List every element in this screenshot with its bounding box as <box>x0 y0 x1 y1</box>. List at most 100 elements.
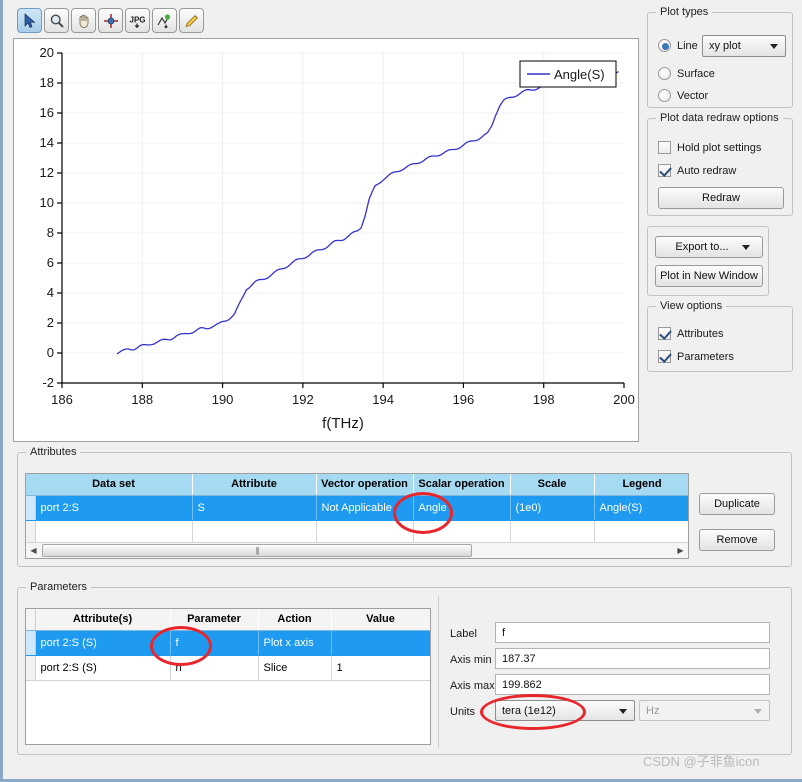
axis-min-field[interactable]: 187.37 <box>495 648 770 669</box>
view-attributes-box[interactable] <box>658 327 671 340</box>
export-to-button[interactable]: Export to... <box>655 236 763 258</box>
plot-types-group: Plot types Line xy plot Surface Vector <box>647 6 793 108</box>
attributes-hscrollbar[interactable]: ◀ ||| ▶ <box>26 542 688 558</box>
table-row[interactable]: port 2:S S Not Applicable Angle (1e0) An… <box>26 495 688 521</box>
units-prefix-dropdown[interactable]: tera (1e12) <box>495 700 635 721</box>
duplicate-button[interactable]: Duplicate <box>699 493 775 515</box>
radio-surface-indicator[interactable] <box>658 67 671 80</box>
cell-data-set[interactable]: port 2:S <box>35 495 193 521</box>
cell-attributes[interactable]: port 2:S (S) <box>35 630 171 656</box>
col-scale[interactable]: Scale <box>510 474 595 496</box>
axis-min-value: 187.37 <box>502 652 536 665</box>
radio-surface-label: Surface <box>677 67 715 80</box>
scroll-left-icon[interactable]: ◀ <box>26 543 41 558</box>
axis-max-caption: Axis max <box>450 680 495 692</box>
auto-redraw-box[interactable] <box>658 164 671 177</box>
col-value[interactable]: Value <box>331 609 430 631</box>
remove-button[interactable]: Remove <box>699 529 775 551</box>
radio-line-label: Line <box>677 39 698 52</box>
units-caption: Units <box>450 706 476 718</box>
checkbox-auto-redraw[interactable]: Auto redraw <box>658 164 736 177</box>
redraw-options-group: Plot data redraw options Hold plot setti… <box>647 112 793 216</box>
pointer-icon[interactable] <box>17 8 42 33</box>
cell-attributes[interactable]: port 2:S (S) <box>35 655 171 681</box>
pencil-icon[interactable] <box>179 8 204 33</box>
col-scalar-operation[interactable]: Scalar operation <box>413 474 511 496</box>
panel-divider <box>438 596 439 748</box>
col-attributes[interactable]: Attribute(s) <box>35 609 171 631</box>
view-options-label: View options <box>656 300 727 312</box>
cell-parameter[interactable]: f <box>170 630 259 656</box>
data-marker-icon[interactable] <box>152 8 177 33</box>
col-data-set[interactable]: Data set <box>35 474 193 496</box>
cell-scale[interactable]: (1e0) <box>510 495 595 521</box>
radio-line-indicator[interactable] <box>658 39 671 52</box>
table-row[interactable]: port 2:S (S) n Slice 1 <box>26 655 430 681</box>
plot-toolbar: JPG <box>9 6 639 36</box>
hold-plot-settings-box[interactable] <box>658 141 671 154</box>
scroll-right-icon[interactable]: ▶ <box>673 543 688 558</box>
label-field[interactable]: f <box>495 622 770 643</box>
plot-canvas[interactable]: -2 0 2 4 6 8 10 12 14 16 18 20 186 188 190 192 194 196 198… <box>13 38 639 442</box>
radio-vector[interactable]: Vector <box>658 89 708 102</box>
svg-text:190: 190 <box>212 392 234 407</box>
cell-value[interactable] <box>331 630 430 656</box>
view-parameters-label: Parameters <box>677 350 734 363</box>
cell-value[interactable]: 1 <box>331 655 430 681</box>
col-attribute[interactable]: Attribute <box>192 474 317 496</box>
radio-vector-label: Vector <box>677 89 709 102</box>
axis-min-caption: Axis min <box>450 654 492 666</box>
checkbox-view-parameters[interactable]: Parameters <box>658 350 734 363</box>
label-field-value: f <box>502 626 506 639</box>
view-options-group: View options Attributes Parameters <box>647 300 793 372</box>
plot-style-value: xy plot <box>709 40 741 52</box>
cell-action[interactable]: Plot x axis <box>258 630 332 656</box>
export-group: Export to... Plot in New Window <box>647 226 769 296</box>
svg-text:200: 200 <box>613 392 635 407</box>
radio-vector-indicator[interactable] <box>658 89 671 102</box>
svg-text:20: 20 <box>40 45 54 60</box>
col-vector-operation[interactable]: Vector operation <box>316 474 414 496</box>
parameters-header-row: Attribute(s) Parameter Action Value <box>26 609 430 631</box>
svg-text:188: 188 <box>131 392 153 407</box>
parameters-grid: Attribute(s) Parameter Action Value port… <box>26 609 430 681</box>
table-row[interactable]: port 2:S (S) f Plot x axis <box>26 630 430 656</box>
scroll-thumb[interactable]: ||| <box>42 544 472 557</box>
checkbox-hold-plot-settings[interactable]: Hold plot settings <box>658 141 761 154</box>
export-jpg-icon[interactable]: JPG <box>125 8 150 33</box>
col-parameter[interactable]: Parameter <box>170 609 259 631</box>
units-base-value: Hz <box>646 704 660 717</box>
chevron-down-icon <box>619 708 627 714</box>
units-base-dropdown: Hz <box>639 700 770 721</box>
cell-parameter[interactable]: n <box>170 655 259 681</box>
cell-attribute[interactable]: S <box>192 495 317 521</box>
row-gutter <box>26 655 36 681</box>
cell-legend[interactable]: Angle(S) <box>594 495 688 521</box>
cell-scalar-operation[interactable]: Angle <box>413 495 511 521</box>
view-parameters-box[interactable] <box>658 350 671 363</box>
col-legend[interactable]: Legend <box>594 474 688 496</box>
parameters-table[interactable]: Attribute(s) Parameter Action Value port… <box>25 608 431 745</box>
svg-text:0: 0 <box>47 345 54 360</box>
zoom-icon[interactable] <box>44 8 69 33</box>
parameters-group: Parameters Attribute(s) Parameter Action… <box>17 581 792 755</box>
export-to-label: Export to... <box>675 241 729 253</box>
redraw-options-label: Plot data redraw options <box>656 112 783 124</box>
plot-style-dropdown[interactable]: xy plot <box>702 35 786 57</box>
radio-line[interactable]: Line <box>658 39 698 52</box>
attributes-table[interactable]: Data set Attribute Vector operation Scal… <box>25 473 689 559</box>
axis-max-field[interactable]: 199.862 <box>495 674 770 695</box>
chevron-down-icon <box>754 708 762 714</box>
pan-hand-icon[interactable] <box>71 8 96 33</box>
attributes-grid: Data set Attribute Vector operation Scal… <box>26 474 688 546</box>
redraw-button[interactable]: Redraw <box>658 187 784 209</box>
plot-in-new-window-button[interactable]: Plot in New Window <box>655 265 763 287</box>
col-action[interactable]: Action <box>258 609 332 631</box>
attributes-header-row: Data set Attribute Vector operation Scal… <box>26 474 688 496</box>
radio-surface[interactable]: Surface <box>658 67 715 80</box>
cell-action[interactable]: Slice <box>258 655 332 681</box>
zoom-fit-icon[interactable] <box>98 8 123 33</box>
checkbox-view-attributes[interactable]: Attributes <box>658 327 723 340</box>
svg-text:14: 14 <box>40 135 54 150</box>
cell-vector-operation[interactable]: Not Applicable <box>316 495 414 521</box>
